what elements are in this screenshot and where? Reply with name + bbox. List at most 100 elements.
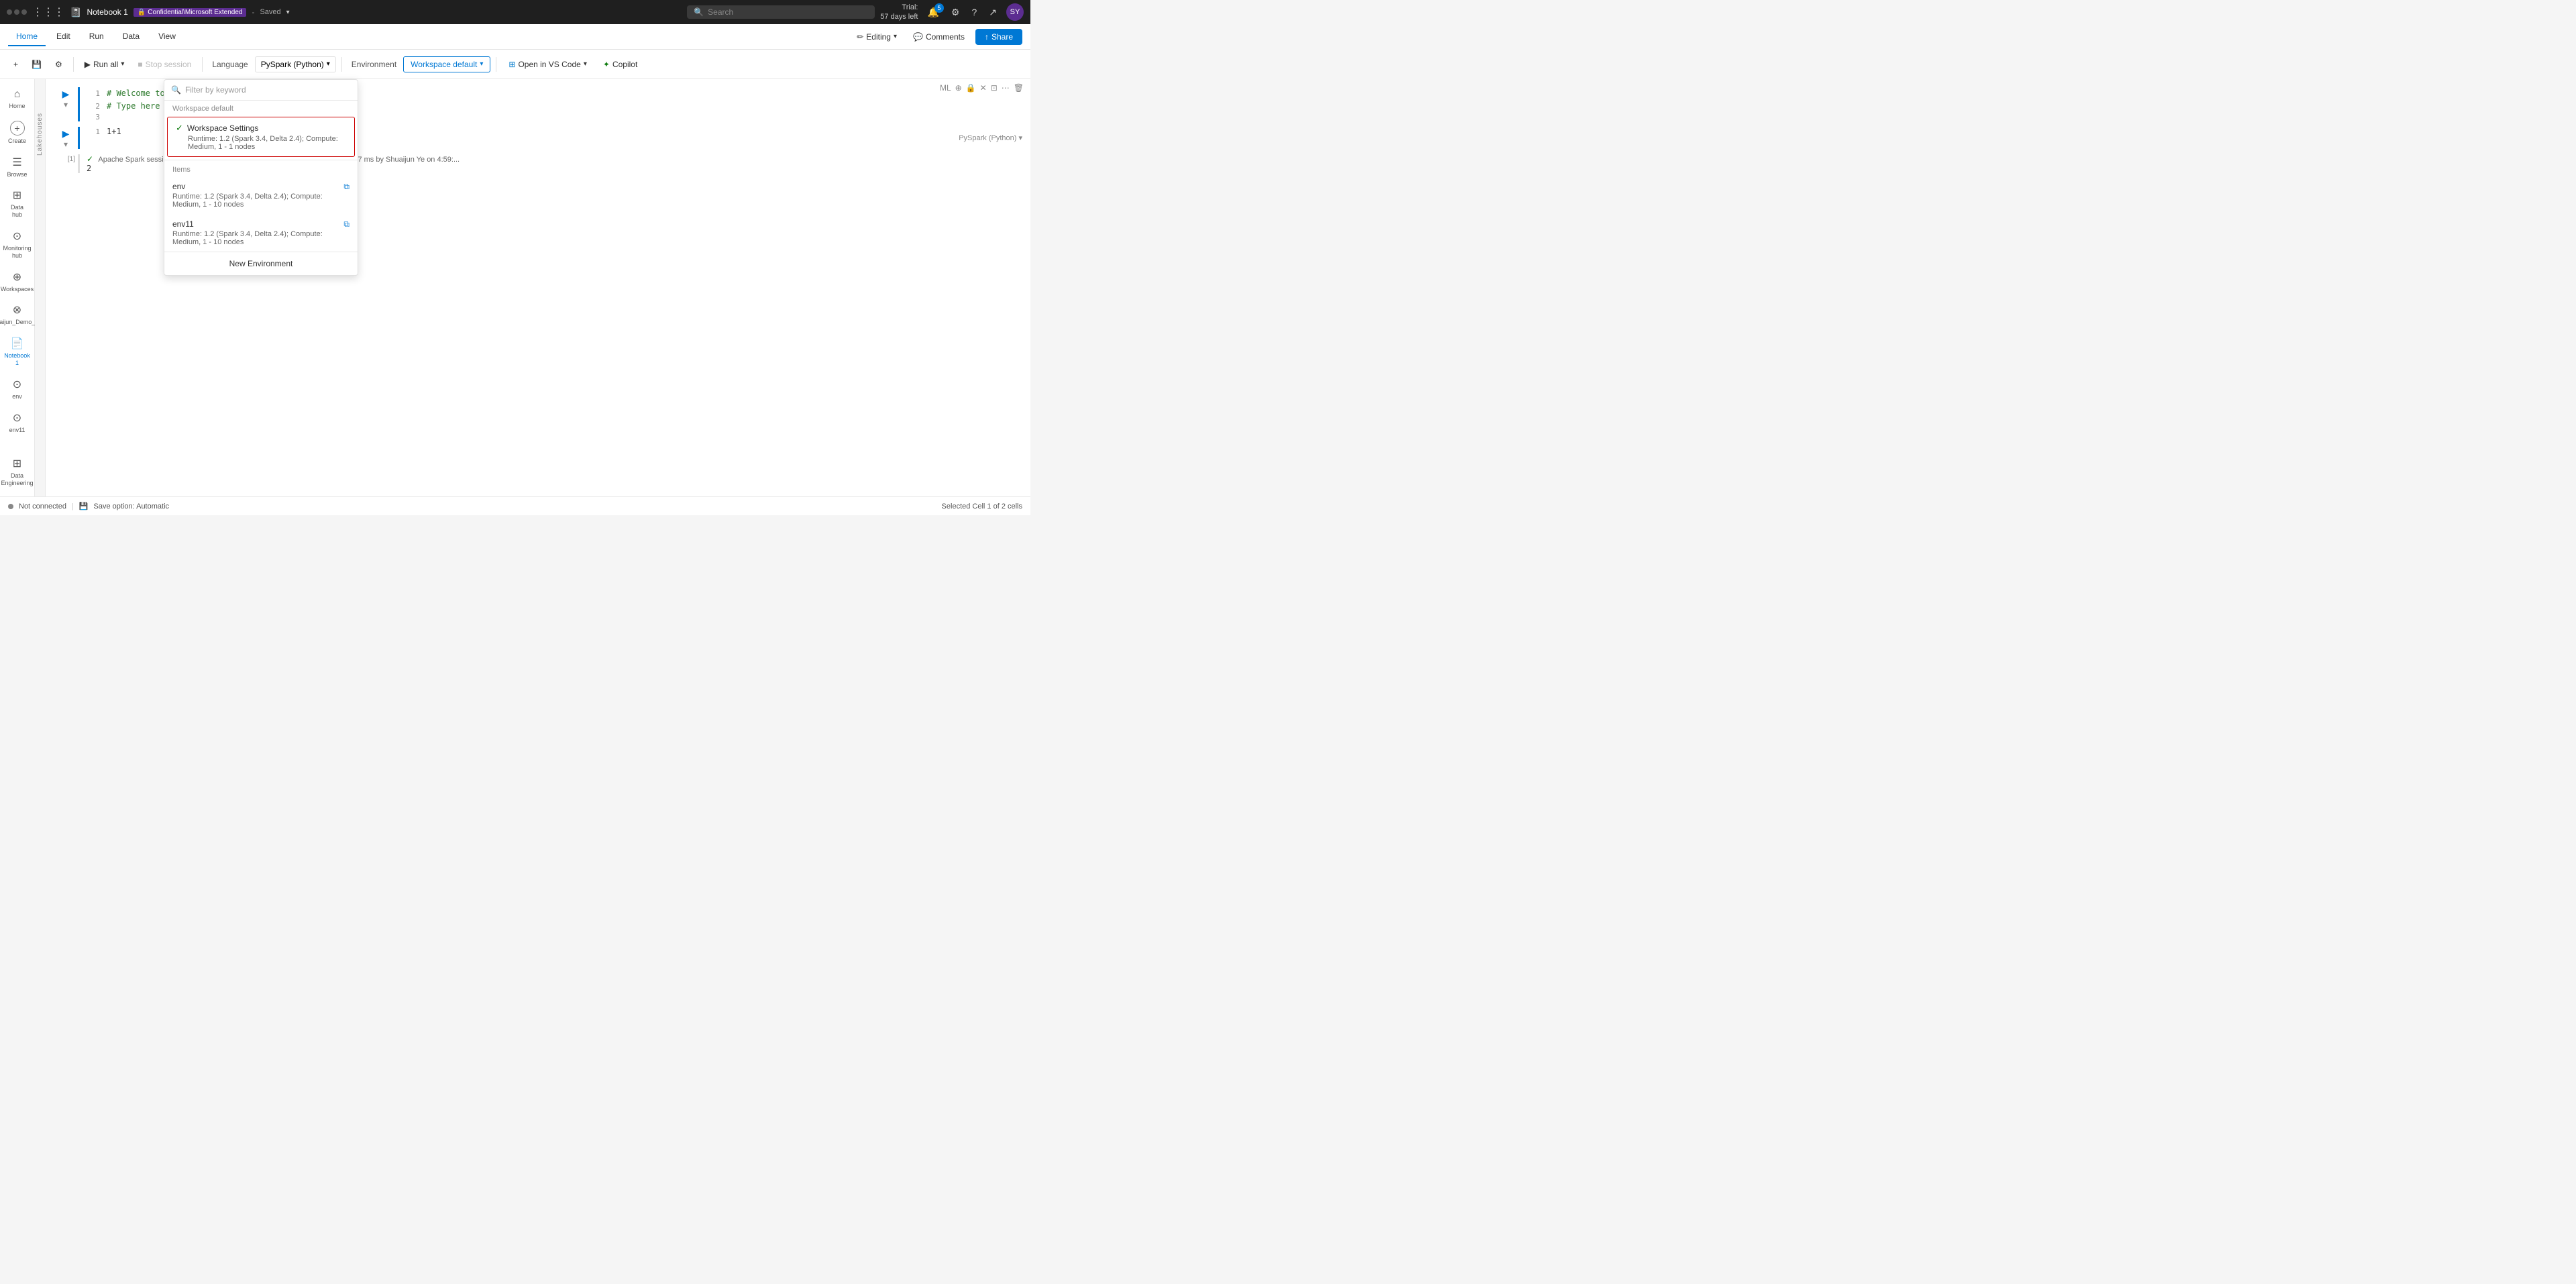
save-status: Saved — [260, 8, 280, 16]
sidebar-item-monitoring[interactable]: ⊙ Monitoring hub — [3, 225, 32, 264]
help-icon[interactable]: ? — [969, 5, 979, 19]
settings-icon[interactable]: ⚙ — [949, 5, 963, 19]
monitor-icon: ⊙ — [13, 229, 21, 243]
status-bar: Not connected | 💾 Save option: Automatic… — [0, 496, 1030, 515]
cell-gutter: ▶ ▾ — [54, 87, 78, 121]
sidebar-item-env[interactable]: ⊙ env — [3, 374, 32, 405]
language-selector[interactable]: PySpark (Python) ▾ — [255, 56, 336, 72]
collapse-cell-button[interactable]: ▾ — [64, 140, 68, 149]
env-item-env11[interactable]: env11 Runtime: 1.2 (Spark 3.4, Delta 2.4… — [164, 214, 358, 252]
avatar[interactable]: SY — [1006, 3, 1024, 21]
menu-tab-edit[interactable]: Edit — [48, 28, 78, 46]
sidebar-item-env11[interactable]: ⊙ env11 — [3, 407, 32, 438]
menu-tab-home[interactable]: Home — [8, 28, 46, 46]
app-grid-icon[interactable]: ⋮⋮⋮ — [32, 5, 64, 19]
menu-tab-run[interactable]: Run — [81, 28, 112, 46]
chevron-down-icon: ▾ — [327, 60, 330, 68]
sidebar-item-shuaijun[interactable]: ⊗ Shuaijun_Demo_Env — [3, 299, 32, 330]
notifications-button[interactable]: 🔔 5 — [924, 5, 941, 19]
workspace-settings-item[interactable]: ✓ Workspace Settings Runtime: 1.2 (Spark… — [167, 117, 355, 157]
dot2 — [14, 9, 19, 15]
chevron-down-icon: ▾ — [121, 60, 124, 68]
open-vscode-button[interactable]: ⊞ Open in VS Code ▾ — [502, 57, 594, 72]
sidebar-item-home[interactable]: ⌂ Home — [3, 85, 32, 114]
share-button[interactable]: ↑ Share — [975, 29, 1022, 45]
toolbar-separator — [73, 57, 74, 72]
copilot-icon: ✦ — [603, 60, 610, 69]
workspaces-icon: ⊕ — [13, 270, 21, 284]
workspace-dropdown: 🔍 Workspace default ✓ Workspace Settings… — [164, 79, 358, 276]
item-header: ✓ Workspace Settings — [176, 123, 346, 133]
comments-button[interactable]: 💬 Comments — [908, 30, 970, 44]
external-link-icon[interactable]: ⧉ — [343, 219, 350, 229]
search-input[interactable] — [708, 7, 855, 17]
settings-button[interactable]: ⚙ — [50, 56, 68, 72]
sidebar-item-data-engineering[interactable]: ⊞ Data Engineering — [3, 453, 32, 491]
lakehouses-panel[interactable]: Lakehouses — [35, 79, 46, 496]
folder-icon: ⊗ — [13, 303, 21, 317]
notebook-toolbar: + 💾 ⚙ ▶ Run all ▾ ■ Stop session Languag… — [0, 50, 1030, 79]
new-environment-button[interactable]: New Environment — [164, 252, 358, 275]
output-gutter: [1] — [54, 154, 78, 173]
sidebar: ⌂ Home + Create ☰ Browse ⊞ Data hub ⊙ Mo… — [0, 79, 35, 496]
run-cell-button[interactable]: ▶ — [62, 128, 70, 140]
save-button[interactable]: 💾 — [26, 56, 47, 72]
run-cell-button[interactable]: ▶ — [62, 89, 70, 100]
plus-icon: + — [10, 121, 25, 136]
sidebar-item-label: Create — [8, 138, 26, 145]
chevron-down-icon[interactable]: ▾ — [286, 9, 290, 16]
main-layout: ⌂ Home + Create ☰ Browse ⊞ Data hub ⊙ Mo… — [0, 79, 1030, 496]
feedback-icon[interactable]: ↗ — [986, 5, 1000, 19]
global-search-bar[interactable]: 🔍 — [687, 5, 875, 19]
sidebar-item-notebook1[interactable]: 📄 Notebook 1 — [3, 333, 32, 371]
shield-icon: 🔒 — [138, 9, 146, 16]
confidential-badge: 🔒 Confidential\Microsoft Extended — [133, 8, 247, 17]
search-icon: 🔍 — [694, 7, 704, 17]
sidebar-item-create[interactable]: + Create — [3, 117, 32, 149]
sidebar-item-label: Data Engineering — [1, 472, 33, 487]
sidebar-item-workspaces[interactable]: ⊕ Workspaces — [3, 266, 32, 297]
item-name: Workspace Settings — [187, 123, 259, 133]
external-link-icon[interactable]: ⧉ — [343, 182, 350, 192]
copilot-button[interactable]: ✦ Copilot — [596, 57, 644, 72]
dropdown-search-input[interactable] — [185, 85, 351, 95]
save-option-icon: 💾 — [79, 502, 89, 511]
save-icon: 💾 — [32, 60, 42, 69]
add-cell-button[interactable]: + — [8, 56, 23, 72]
gear-icon: ⚙ — [55, 60, 62, 69]
editing-button[interactable]: ✏ Editing ▾ — [851, 30, 902, 44]
dropdown-search[interactable]: 🔍 — [164, 80, 358, 101]
data-eng-icon: ⊞ — [13, 457, 21, 470]
sidebar-item-browse[interactable]: ☰ Browse — [3, 152, 32, 182]
title-bar-right: Trial: 57 days left 🔔 5 ⚙ ? ↗ SY — [880, 3, 1024, 22]
run-all-button[interactable]: ▶ Run all ▾ — [79, 56, 130, 72]
notebook-icon: 📓 — [70, 7, 81, 18]
env-item-env[interactable]: env Runtime: 1.2 (Spark 3.4, Delta 2.4);… — [164, 176, 358, 214]
items-label: Items — [164, 163, 358, 176]
sidebar-item-datahub[interactable]: ⊞ Data hub — [3, 184, 32, 223]
save-option-label: Save option: Automatic — [94, 502, 170, 511]
not-connected-label: Not connected — [19, 502, 66, 511]
search-icon: 🔍 — [171, 85, 181, 95]
collapse-cell-button[interactable]: ▾ — [64, 100, 68, 109]
menu-bar-right: ✏ Editing ▾ 💬 Comments ↑ Share — [851, 29, 1022, 45]
env-sub: Runtime: 1.2 (Spark 3.4, Delta 2.4); Com… — [172, 193, 343, 209]
stop-icon: ■ — [138, 60, 142, 69]
stop-session-button[interactable]: ■ Stop session — [132, 56, 197, 72]
window-controls[interactable] — [7, 9, 27, 15]
notif-count: 5 — [934, 3, 944, 13]
title-bar-left: ⋮⋮⋮ 📓 Notebook 1 🔒 Confidential\Microsof… — [7, 5, 682, 19]
lakehouses-label: Lakehouses — [36, 113, 44, 156]
sidebar-item-label: Workspaces — [1, 286, 34, 293]
plus-icon: + — [13, 60, 18, 69]
menu-tab-view[interactable]: View — [150, 28, 184, 46]
cell-gutter: ▶ ▾ — [54, 127, 78, 149]
sidebar-item-label: Monitoring hub — [3, 245, 31, 260]
sidebar-item-label: Notebook 1 — [4, 352, 30, 367]
env-info: env11 Runtime: 1.2 (Spark 3.4, Delta 2.4… — [172, 219, 343, 246]
menu-tab-data[interactable]: Data — [115, 28, 148, 46]
workspace-dropdown-button[interactable]: Workspace default ▾ — [403, 56, 490, 72]
check-icon: ✓ — [176, 123, 183, 133]
env-icon: ⊙ — [13, 378, 21, 391]
vscode-icon: ⊞ — [508, 60, 515, 69]
